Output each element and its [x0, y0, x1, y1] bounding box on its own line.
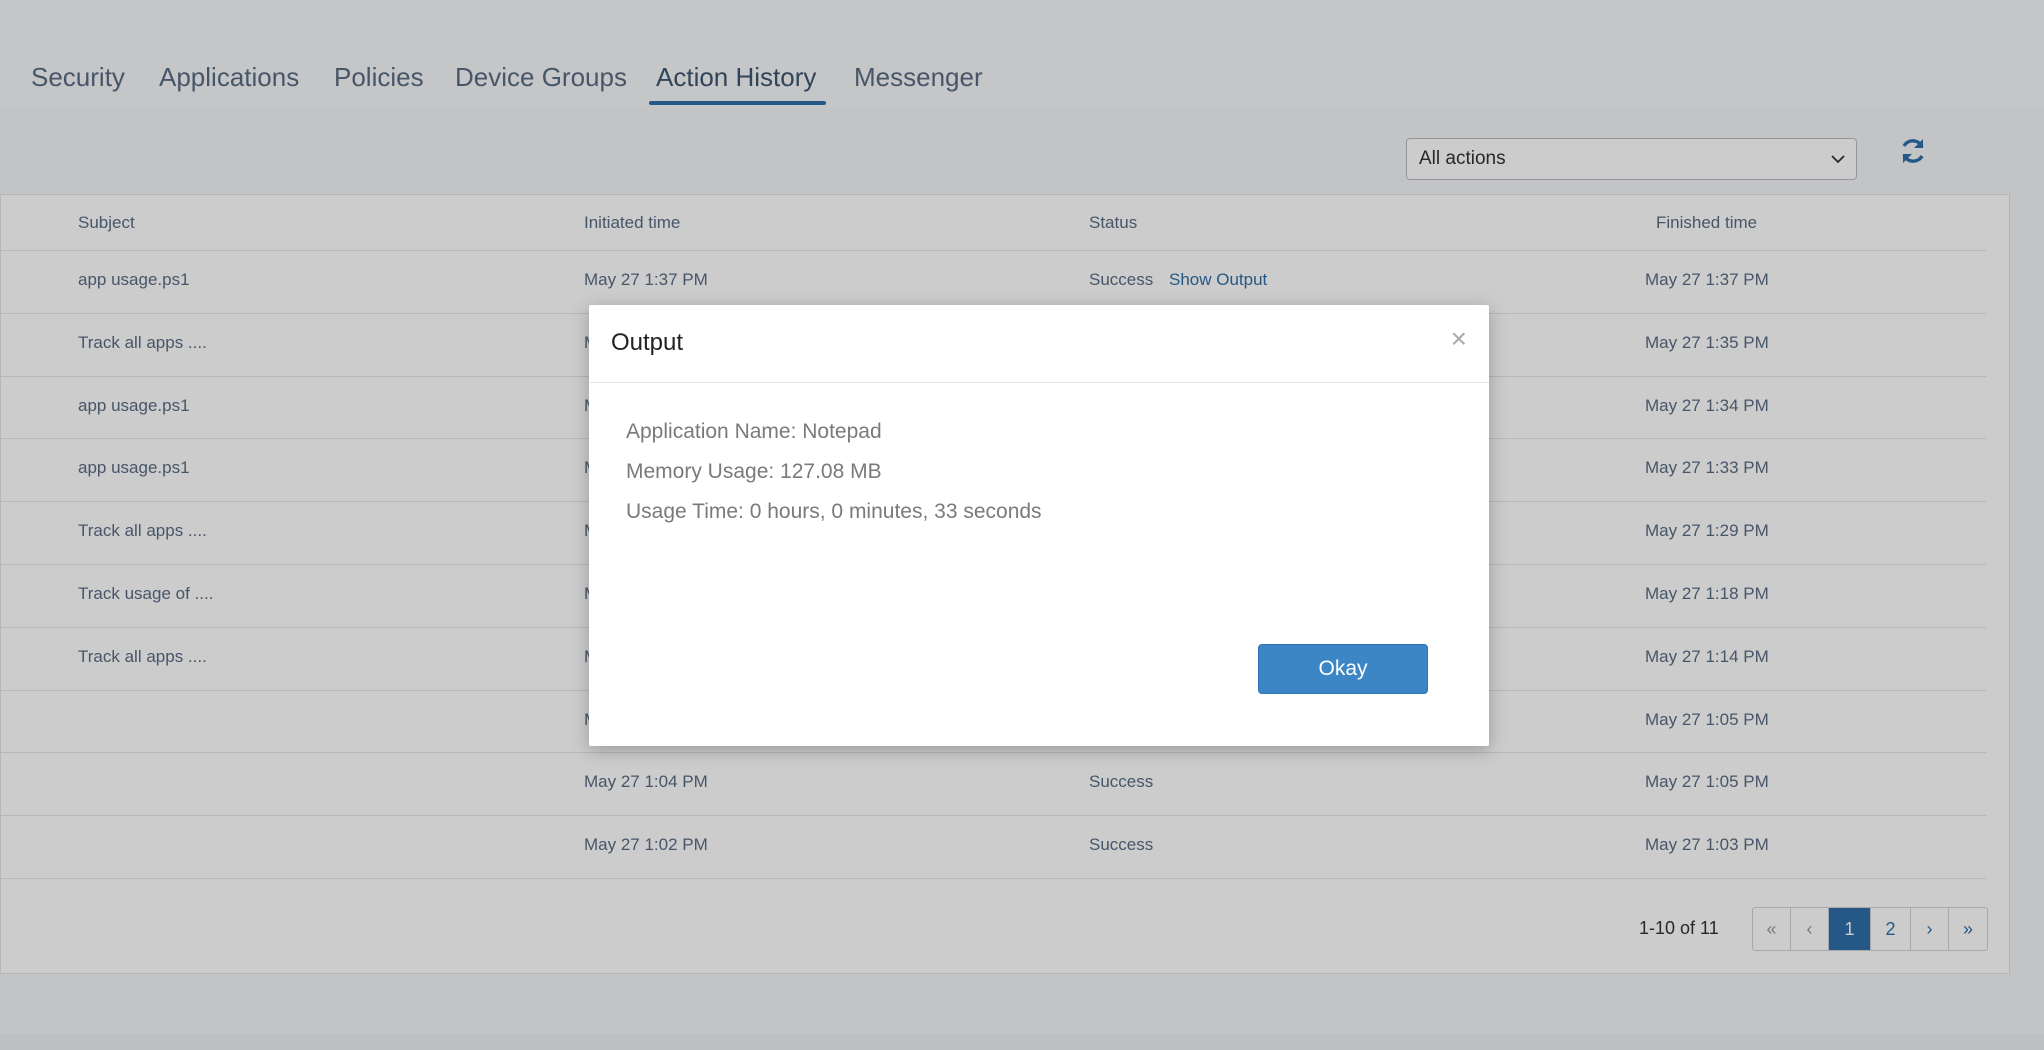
output-line-app-name: Application Name: Notepad: [626, 420, 882, 443]
output-modal: Output × Application Name: Notepad Memor…: [589, 305, 1489, 746]
modal-header: Output ×: [589, 305, 1489, 383]
output-line-memory: Memory Usage: 127.08 MB: [626, 460, 882, 483]
okay-button[interactable]: Okay: [1258, 644, 1428, 694]
output-line-usage-time: Usage Time: 0 hours, 0 minutes, 33 secon…: [626, 500, 1042, 523]
modal-title: Output: [611, 329, 684, 356]
close-icon[interactable]: ×: [1451, 325, 1467, 353]
